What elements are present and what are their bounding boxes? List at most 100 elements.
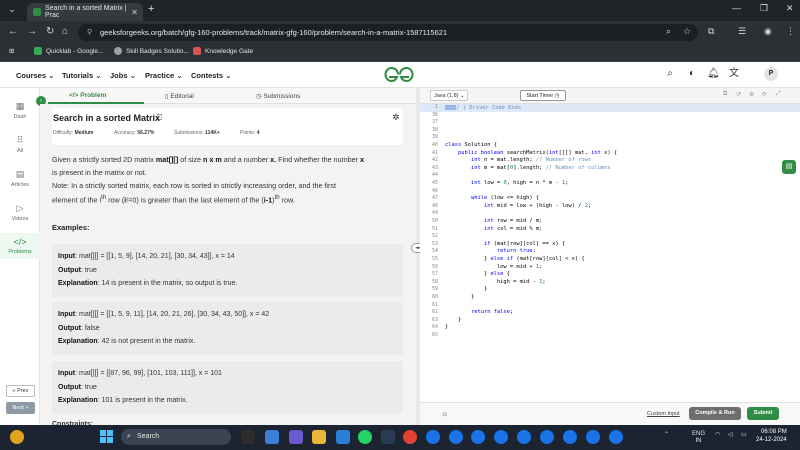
search-icon[interactable]: ⌕ xyxy=(664,68,676,80)
chrome-profile-icon[interactable] xyxy=(517,430,531,444)
taskbar-search[interactable]: ⌕ Search xyxy=(121,429,231,445)
nav-contests[interactable]: Contests ⌄ xyxy=(191,71,231,80)
tab-problem[interactable]: </> Problem xyxy=(69,92,106,99)
bookmark-quicklab[interactable]: Quicklab - Google... xyxy=(34,47,103,55)
bookmark-label: Quicklab - Google... xyxy=(46,47,104,55)
sidebar-item-dash[interactable]: ▦ Dash xyxy=(0,101,40,120)
nav-tutorials[interactable]: Tutorials ⌄ xyxy=(62,71,102,80)
site-info-icon[interactable]: ⚲ xyxy=(87,24,92,41)
start-timer-button[interactable]: Start Timer ◷ xyxy=(520,90,566,101)
reset-icon[interactable]: ↺ xyxy=(736,91,741,98)
prev-button[interactable]: « Prev xyxy=(6,385,35,397)
minimize-icon[interactable]: — xyxy=(732,3,741,13)
notification-bell-icon[interactable]: 🔔︎ xyxy=(707,68,720,80)
language-indicator[interactable]: ENG IN xyxy=(692,431,705,445)
windows-start-icon[interactable] xyxy=(100,430,113,443)
line-number: 60 xyxy=(431,294,438,300)
line-number: 50 xyxy=(431,218,438,224)
maximize-icon[interactable]: ❐ xyxy=(760,3,768,14)
wifi-icon[interactable]: ◠ xyxy=(715,431,720,438)
submit-button[interactable]: Submit xyxy=(747,407,779,420)
weather-icon[interactable] xyxy=(10,430,24,444)
next-button[interactable]: Next » xyxy=(6,402,35,414)
chrome-profile-icon[interactable] xyxy=(471,430,485,444)
forward-icon[interactable]: → xyxy=(27,26,37,37)
gfg-logo-icon[interactable] xyxy=(384,66,414,83)
battery-icon[interactable]: ▭ xyxy=(741,431,747,438)
apps-icon[interactable]: ⊞ xyxy=(9,47,14,55)
chat-icon[interactable]: ▤ xyxy=(782,160,796,174)
translate-icon[interactable]: 文 xyxy=(728,68,740,80)
chrome-profile-icon[interactable] xyxy=(609,430,623,444)
back-icon[interactable]: ← xyxy=(8,26,18,37)
code-line: ··· / } Driver Code Ends xyxy=(445,105,522,111)
menu-icon[interactable]: ⋮ xyxy=(786,26,795,37)
refresh-icon[interactable]: ⟳ xyxy=(762,91,767,98)
code-line: public boolean searchMatrix(int[][] mat,… xyxy=(457,149,618,156)
compile-run-button[interactable]: Compile & Run xyxy=(689,407,741,420)
theme-toggle-icon[interactable]: ◐ xyxy=(686,68,698,80)
chrome-profile-icon[interactable] xyxy=(426,430,440,444)
task-view-icon[interactable] xyxy=(241,430,255,444)
sidebar-item-videos[interactable]: ▷ Videos xyxy=(0,203,40,222)
home-icon[interactable]: ⌂ xyxy=(62,26,68,37)
bookmark-icon[interactable]: ⎕ xyxy=(157,113,162,123)
tab-close-icon[interactable]: ✕ xyxy=(131,8,138,17)
line-number: 37 xyxy=(431,119,438,126)
quicklab-icon xyxy=(34,47,42,55)
line-number: 55 xyxy=(431,256,438,262)
tab-submissions[interactable]: ◷ Submissions xyxy=(256,92,300,100)
reload-icon[interactable]: ↻ xyxy=(46,26,54,37)
chrome-profile-icon[interactable] xyxy=(449,430,463,444)
sidebar-item-problems[interactable]: </> Problems xyxy=(0,233,40,259)
code-icon: </> xyxy=(13,237,27,247)
volume-icon[interactable]: ◁ xyxy=(728,431,733,438)
whatsapp-icon[interactable] xyxy=(358,430,372,444)
language-select[interactable]: Java (1.8) ⌄ xyxy=(430,90,468,101)
bookmark-label: Skill Badges Solutio... xyxy=(126,47,189,55)
line-number: 48 xyxy=(431,202,438,209)
sidebar-item-articles[interactable]: ▤ Articles xyxy=(0,169,40,188)
nav-practice[interactable]: Practice ⌄ xyxy=(145,71,183,80)
chrome-icon[interactable] xyxy=(403,430,417,444)
chrome-profile-icon[interactable] xyxy=(586,430,600,444)
bookmark-skill-badges[interactable]: Skill Badges Solutio... xyxy=(114,47,189,55)
code-line: if (mat[row][col] == x) { xyxy=(483,240,566,247)
close-window-icon[interactable]: ✕ xyxy=(786,3,794,14)
copy-icon[interactable]: ⧉ xyxy=(723,91,727,98)
edge-icon[interactable] xyxy=(381,430,395,444)
fullscreen-icon[interactable]: ⤢ xyxy=(776,91,781,98)
video-icon: ▷ xyxy=(16,203,24,213)
settings-icon[interactable]: ⚙ xyxy=(749,91,754,98)
sidebar-item-all[interactable]: ⠿ All xyxy=(0,135,40,154)
url-field[interactable]: ⚲ geeksforgeeks.org/batch/gfg-160-proble… xyxy=(78,24,698,41)
bookmarks-list-icon[interactable]: ☰ xyxy=(738,26,746,37)
tab-editorial[interactable]: ▯ Editorial xyxy=(165,92,194,100)
custom-input-link[interactable]: Custom Input xyxy=(647,411,680,417)
nav-jobs[interactable]: Jobs ⌄ xyxy=(110,71,136,80)
profile-icon[interactable]: ◉ xyxy=(764,26,772,37)
tray-overflow-icon[interactable]: ⌃ xyxy=(664,431,669,438)
star-icon[interactable]: ☆ xyxy=(683,26,691,37)
teams-icon[interactable] xyxy=(289,430,303,444)
example-block: Input: mat[][] = [[1, 5, 9], [14, 20, 21… xyxy=(52,244,403,297)
extensions-icon[interactable]: ⧉ xyxy=(708,26,714,37)
file-explorer-icon[interactable] xyxy=(312,430,326,444)
hint-bulb-icon[interactable]: ☼ xyxy=(441,409,448,418)
photos-icon[interactable] xyxy=(265,430,279,444)
report-bug-icon[interactable]: ✲ xyxy=(392,112,400,123)
chrome-profile-icon[interactable] xyxy=(540,430,554,444)
bookmark-knowledge-gate[interactable]: Knowledge Gate xyxy=(193,47,253,55)
chrome-profile-icon[interactable] xyxy=(494,430,508,444)
vscode-icon[interactable] xyxy=(336,430,350,444)
nav-courses[interactable]: Courses ⌄ xyxy=(16,71,54,80)
new-tab-icon[interactable]: + xyxy=(148,3,154,15)
chrome-profile-icon[interactable] xyxy=(563,430,577,444)
browser-tab[interactable]: Search in a sorted Matrix | Prac ✕ xyxy=(27,3,143,21)
line-number: 1 xyxy=(434,104,438,110)
tab-search-icon[interactable]: ⌄ xyxy=(5,4,19,17)
line-number: 53 xyxy=(431,240,438,247)
clock[interactable]: 06:08 PM 24-12-2024 xyxy=(756,428,787,444)
avatar[interactable]: P xyxy=(764,67,778,81)
zoom-icon[interactable]: ⌕ xyxy=(666,26,671,37)
